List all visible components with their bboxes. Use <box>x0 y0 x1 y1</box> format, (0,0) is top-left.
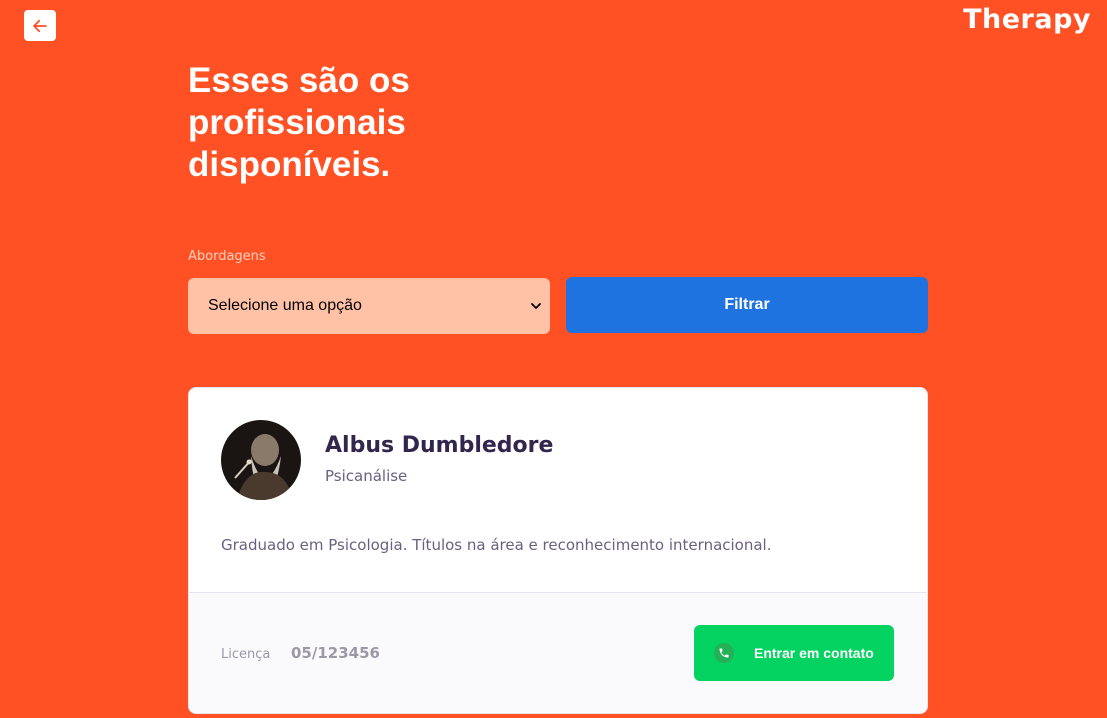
page: Therapy Esses são os profissionais dispo… <box>0 0 1107 718</box>
approach-select[interactable]: Selecione uma opção <box>188 278 550 334</box>
license-number: 05/123456 <box>291 644 380 662</box>
filter-button[interactable]: Filtrar <box>566 277 928 333</box>
professional-approach: Psicanálise <box>325 467 408 485</box>
page-title: Esses são os profissionais disponíveis. <box>188 61 410 184</box>
professional-name: Albus Dumbledore <box>325 433 554 458</box>
professional-card: Albus Dumbledore Psicanálise Graduado em… <box>188 387 928 714</box>
logo[interactable]: Therapy <box>963 4 1091 35</box>
back-button[interactable] <box>24 10 56 41</box>
card-footer: Licença 05/123456 Entrar em contato <box>189 592 927 713</box>
avatar <box>221 420 301 500</box>
arrow-left-icon <box>33 19 47 32</box>
contact-button-label: Entrar em contato <box>754 645 874 661</box>
approach-select-value: Selecione uma opção <box>208 297 362 314</box>
approach-filter-label: Abordagens <box>188 249 266 264</box>
avatar-photo <box>221 420 301 500</box>
whatsapp-icon <box>714 643 734 663</box>
chevron-down-icon <box>531 303 541 309</box>
license-label: Licença <box>221 647 271 662</box>
professional-bio: Graduado em Psicologia. Títulos na área … <box>221 536 772 554</box>
contact-button[interactable]: Entrar em contato <box>694 625 894 681</box>
